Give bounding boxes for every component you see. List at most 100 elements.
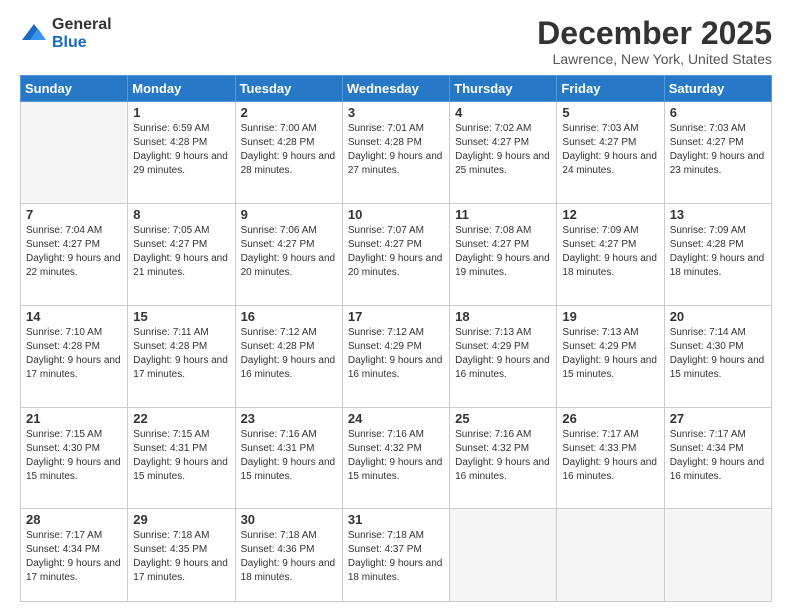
calendar-cell: 8 Sunrise: 7:05 AMSunset: 4:27 PMDaylight…	[128, 204, 235, 306]
day-info: Sunrise: 7:14 AMSunset: 4:30 PMDaylight:…	[670, 326, 766, 382]
calendar-cell: 26 Sunrise: 7:17 AMSunset: 4:33 PMDayligh…	[557, 407, 664, 509]
day-info: Sunrise: 7:03 AMSunset: 4:27 PMDaylight:…	[562, 122, 658, 178]
day-info: Sunrise: 7:07 AMSunset: 4:27 PMDaylight:…	[348, 224, 444, 280]
day-info: Sunrise: 7:16 AMSunset: 4:32 PMDaylight:…	[348, 428, 444, 484]
day-number: 22	[133, 411, 229, 426]
calendar-cell	[664, 509, 771, 602]
calendar-cell: 17 Sunrise: 7:12 AMSunset: 4:29 PMDayligh…	[342, 305, 449, 407]
day-number: 6	[670, 105, 766, 120]
calendar-cell: 21 Sunrise: 7:15 AMSunset: 4:30 PMDayligh…	[21, 407, 128, 509]
title-area: December 2025 Lawrence, New York, United…	[537, 16, 772, 67]
day-info: Sunrise: 7:05 AMSunset: 4:27 PMDaylight:…	[133, 224, 229, 280]
weekday-header-sunday: Sunday	[21, 76, 128, 102]
calendar-cell: 1 Sunrise: 6:59 AMSunset: 4:28 PMDaylight…	[128, 102, 235, 204]
calendar-cell: 22Sunrise: 7:15 AMSunset: 4:31 PMDayligh…	[128, 407, 235, 509]
calendar: SundayMondayTuesdayWednesdayThursdayFrid…	[20, 75, 772, 602]
day-number: 21	[26, 411, 122, 426]
header: General Blue December 2025 Lawrence, New…	[20, 16, 772, 67]
day-info: Sunrise: 7:00 AMSunset: 4:28 PMDaylight:…	[241, 122, 337, 178]
day-info: Sunrise: 7:12 AMSunset: 4:28 PMDaylight:…	[241, 326, 337, 382]
calendar-cell: 5 Sunrise: 7:03 AMSunset: 4:27 PMDaylight…	[557, 102, 664, 204]
calendar-cell: 10 Sunrise: 7:07 AMSunset: 4:27 PMDayligh…	[342, 204, 449, 306]
day-number: 26	[562, 411, 658, 426]
weekday-header-wednesday: Wednesday	[342, 76, 449, 102]
day-number: 13	[670, 207, 766, 222]
logo-general: General	[52, 16, 112, 34]
day-info: Sunrise: 7:17 AMSunset: 4:33 PMDaylight:…	[562, 428, 658, 484]
calendar-cell: 7 Sunrise: 7:04 AMSunset: 4:27 PMDaylight…	[21, 204, 128, 306]
weekday-header-saturday: Saturday	[664, 76, 771, 102]
calendar-cell: 30 Sunrise: 7:18 AMSunset: 4:36 PMDayligh…	[235, 509, 342, 602]
day-number: 29	[133, 512, 229, 527]
calendar-cell: 4 Sunrise: 7:02 AMSunset: 4:27 PMDaylight…	[450, 102, 557, 204]
day-number: 4	[455, 105, 551, 120]
day-info: Sunrise: 7:16 AMSunset: 4:32 PMDaylight:…	[455, 428, 551, 484]
calendar-cell: 27Sunrise: 7:17 AMSunset: 4:34 PMDayligh…	[664, 407, 771, 509]
calendar-cell: 31 Sunrise: 7:18 AMSunset: 4:37 PMDayligh…	[342, 509, 449, 602]
main-title: December 2025	[537, 16, 772, 51]
day-info: Sunrise: 7:10 AMSunset: 4:28 PMDaylight:…	[26, 326, 122, 382]
day-info: Sunrise: 7:18 AMSunset: 4:36 PMDaylight:…	[241, 529, 337, 585]
day-info: Sunrise: 6:59 AMSunset: 4:28 PMDaylight:…	[133, 122, 229, 178]
day-info: Sunrise: 7:15 AMSunset: 4:30 PMDaylight:…	[26, 428, 122, 484]
day-number: 16	[241, 309, 337, 324]
weekday-header-friday: Friday	[557, 76, 664, 102]
day-info: Sunrise: 7:01 AMSunset: 4:28 PMDaylight:…	[348, 122, 444, 178]
day-number: 11	[455, 207, 551, 222]
logo: General Blue	[20, 16, 112, 51]
day-info: Sunrise: 7:04 AMSunset: 4:27 PMDaylight:…	[26, 224, 122, 280]
calendar-cell: 3 Sunrise: 7:01 AMSunset: 4:28 PMDaylight…	[342, 102, 449, 204]
calendar-cell: 12Sunrise: 7:09 AMSunset: 4:27 PMDayligh…	[557, 204, 664, 306]
day-number: 30	[241, 512, 337, 527]
weekday-header-monday: Monday	[128, 76, 235, 102]
day-number: 2	[241, 105, 337, 120]
day-info: Sunrise: 7:18 AMSunset: 4:35 PMDaylight:…	[133, 529, 229, 585]
day-info: Sunrise: 7:09 AMSunset: 4:27 PMDaylight:…	[562, 224, 658, 280]
calendar-cell: 28 Sunrise: 7:17 AMSunset: 4:34 PMDayligh…	[21, 509, 128, 602]
day-number: 15	[133, 309, 229, 324]
day-number: 31	[348, 512, 444, 527]
calendar-cell: 14 Sunrise: 7:10 AMSunset: 4:28 PMDayligh…	[21, 305, 128, 407]
page: General Blue December 2025 Lawrence, New…	[0, 0, 792, 612]
calendar-cell: 19 Sunrise: 7:13 AMSunset: 4:29 PMDayligh…	[557, 305, 664, 407]
calendar-cell	[557, 509, 664, 602]
day-number: 5	[562, 105, 658, 120]
day-number: 14	[26, 309, 122, 324]
day-number: 9	[241, 207, 337, 222]
day-info: Sunrise: 7:18 AMSunset: 4:37 PMDaylight:…	[348, 529, 444, 585]
weekday-header-thursday: Thursday	[450, 76, 557, 102]
day-info: Sunrise: 7:13 AMSunset: 4:29 PMDaylight:…	[562, 326, 658, 382]
calendar-cell: 13 Sunrise: 7:09 AMSunset: 4:28 PMDayligh…	[664, 204, 771, 306]
day-number: 1	[133, 105, 229, 120]
logo-text: General Blue	[52, 16, 112, 51]
day-number: 25	[455, 411, 551, 426]
day-number: 10	[348, 207, 444, 222]
day-number: 19	[562, 309, 658, 324]
day-info: Sunrise: 7:03 AMSunset: 4:27 PMDaylight:…	[670, 122, 766, 178]
day-info: Sunrise: 7:02 AMSunset: 4:27 PMDaylight:…	[455, 122, 551, 178]
day-number: 8	[133, 207, 229, 222]
day-number: 28	[26, 512, 122, 527]
calendar-cell: 15Sunrise: 7:11 AMSunset: 4:28 PMDayligh…	[128, 305, 235, 407]
day-number: 17	[348, 309, 444, 324]
day-info: Sunrise: 7:16 AMSunset: 4:31 PMDaylight:…	[241, 428, 337, 484]
day-info: Sunrise: 7:08 AMSunset: 4:27 PMDaylight:…	[455, 224, 551, 280]
calendar-cell: 18Sunrise: 7:13 AMSunset: 4:29 PMDayligh…	[450, 305, 557, 407]
day-number: 23	[241, 411, 337, 426]
day-number: 3	[348, 105, 444, 120]
calendar-cell	[450, 509, 557, 602]
day-info: Sunrise: 7:12 AMSunset: 4:29 PMDaylight:…	[348, 326, 444, 382]
day-info: Sunrise: 7:17 AMSunset: 4:34 PMDaylight:…	[26, 529, 122, 585]
logo-blue: Blue	[52, 34, 112, 52]
day-info: Sunrise: 7:09 AMSunset: 4:28 PMDaylight:…	[670, 224, 766, 280]
logo-icon	[20, 20, 48, 48]
calendar-cell: 16 Sunrise: 7:12 AMSunset: 4:28 PMDayligh…	[235, 305, 342, 407]
calendar-cell: 6 Sunrise: 7:03 AMSunset: 4:27 PMDaylight…	[664, 102, 771, 204]
weekday-header-tuesday: Tuesday	[235, 76, 342, 102]
day-number: 7	[26, 207, 122, 222]
calendar-cell: 29 Sunrise: 7:18 AMSunset: 4:35 PMDayligh…	[128, 509, 235, 602]
calendar-cell: 9Sunrise: 7:06 AMSunset: 4:27 PMDaylight…	[235, 204, 342, 306]
calendar-cell: 25 Sunrise: 7:16 AMSunset: 4:32 PMDayligh…	[450, 407, 557, 509]
day-info: Sunrise: 7:17 AMSunset: 4:34 PMDaylight:…	[670, 428, 766, 484]
calendar-cell: 20Sunrise: 7:14 AMSunset: 4:30 PMDayligh…	[664, 305, 771, 407]
